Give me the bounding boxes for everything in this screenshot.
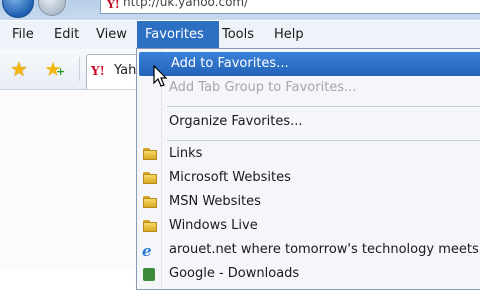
address-url[interactable]: http://uk.yahoo.com/ — [123, 0, 248, 9]
menu-tools[interactable]: Tools — [216, 21, 266, 49]
menu-link-arouet[interactable]: e arouet.net where tomorrow's technology… — [137, 238, 480, 262]
folder-icon — [143, 148, 157, 160]
menu-folder-microsoft-websites[interactable]: Microsoft Websites — [137, 166, 480, 190]
menu-organize-favorites[interactable]: Organize Favorites... — [137, 110, 480, 134]
menu-item-label: Microsoft Websites — [169, 170, 291, 185]
address-strip: Y! http://uk.yahoo.com/ — [0, 0, 480, 20]
menu-view[interactable]: View — [90, 21, 138, 49]
mouse-cursor-icon — [153, 65, 168, 87]
menu-item-label: Organize Favorites... — [169, 114, 303, 129]
folder-icon — [143, 172, 157, 184]
menu-add-to-favorites[interactable]: Add to Favorites... — [139, 52, 480, 76]
menu-file[interactable]: File — [6, 21, 48, 49]
address-field[interactable]: Y! http://uk.yahoo.com/ — [100, 0, 480, 14]
menu-folder-links[interactable]: Links — [137, 142, 480, 166]
menu-item-label: Add Tab Group to Favorites... — [169, 80, 357, 95]
folder-icon — [143, 196, 157, 208]
menu-bar: File Edit View Favorites Tools Help — [0, 21, 480, 50]
menu-edit[interactable]: Edit — [48, 21, 92, 49]
page-left-area — [0, 90, 135, 270]
back-button[interactable] — [2, 0, 34, 18]
plus-icon: + — [56, 65, 66, 78]
menu-item-label: arouet.net where tomorrow's technology m… — [169, 242, 480, 257]
folder-icon — [143, 220, 157, 232]
menu-item-label: MSN Websites — [169, 194, 261, 209]
menu-item-label: Add to Favorites... — [171, 56, 289, 71]
toolbar-divider — [79, 57, 80, 81]
menu-favorites[interactable]: Favorites — [137, 21, 219, 49]
forward-button[interactable] — [38, 0, 66, 16]
menu-item-label: Links — [169, 146, 203, 161]
yahoo-favicon-icon: Y! — [91, 64, 105, 78]
ie-page-icon: e — [142, 242, 152, 260]
menu-item-label: Windows Live — [169, 218, 258, 233]
menu-link-google-downloads[interactable]: Google - Downloads — [137, 262, 480, 286]
menu-separator — [167, 140, 480, 141]
menu-help[interactable]: Help — [268, 21, 314, 49]
favorites-center-star-icon[interactable]: ★ — [10, 57, 28, 81]
menu-item-label: Google - Downloads — [169, 266, 300, 281]
menu-folder-msn-websites[interactable]: MSN Websites — [137, 190, 480, 214]
menu-add-tab-group: Add Tab Group to Favorites... — [137, 76, 480, 100]
yahoo-favicon-icon: Y! — [107, 0, 120, 11]
favorites-dropdown-menu: Add to Favorites... Add Tab Group to Fav… — [136, 48, 480, 290]
menu-separator — [167, 106, 480, 107]
menu-folder-windows-live[interactable]: Windows Live — [137, 214, 480, 238]
tab-title: Yah — [114, 63, 137, 78]
